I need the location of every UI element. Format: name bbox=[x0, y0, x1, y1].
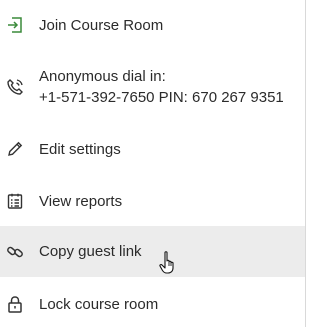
anonymous-dial-in-item: Anonymous dial in: +1-571-392-7650 PIN: … bbox=[0, 66, 305, 110]
lock-course-room-item[interactable]: Lock course room bbox=[0, 291, 305, 317]
enter-icon bbox=[6, 16, 24, 34]
phone-icon bbox=[6, 78, 24, 96]
edit-settings-item[interactable]: Edit settings bbox=[0, 136, 305, 162]
lock-icon bbox=[6, 295, 24, 313]
lock-course-room-label: Lock course room bbox=[39, 296, 159, 313]
pencil-icon bbox=[6, 140, 24, 158]
edit-settings-label: Edit settings bbox=[39, 141, 121, 158]
report-icon bbox=[6, 192, 24, 210]
course-room-menu: Join Course Room Anonymous dial in: +1-5… bbox=[0, 0, 306, 327]
join-course-room-item[interactable]: Join Course Room bbox=[0, 12, 305, 38]
dial-in-info: Anonymous dial in: +1-571-392-7650 PIN: … bbox=[39, 66, 284, 108]
dial-in-title: Anonymous dial in: bbox=[39, 68, 166, 85]
dial-in-number: +1-571-392-7650 PIN: 670 267 9351 bbox=[39, 89, 284, 106]
view-reports-item[interactable]: View reports bbox=[0, 188, 305, 214]
join-course-room-label: Join Course Room bbox=[39, 17, 164, 34]
link-icon bbox=[6, 243, 24, 261]
copy-guest-link-label: Copy guest link bbox=[39, 243, 142, 260]
copy-guest-link-item[interactable]: Copy guest link bbox=[0, 226, 305, 277]
view-reports-label: View reports bbox=[39, 193, 123, 210]
